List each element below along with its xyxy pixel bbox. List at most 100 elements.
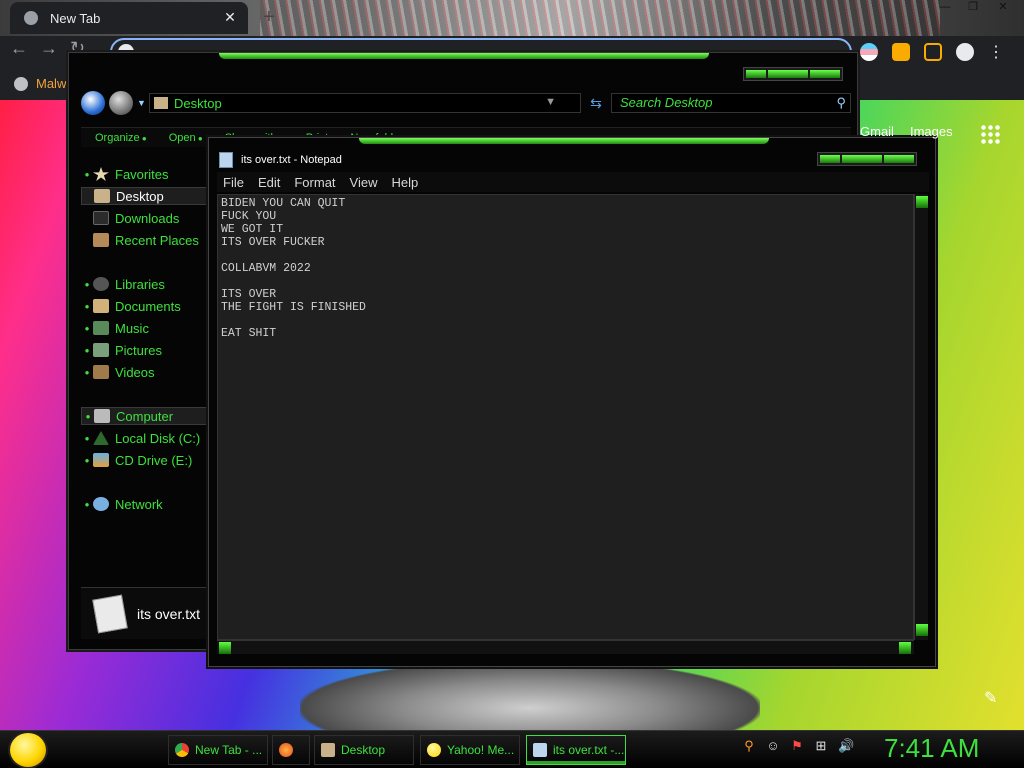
system-tray: ⚲ ☺ ⚑ ⊞ 🔊 bbox=[742, 739, 854, 753]
bookmark-item[interactable]: Malwa bbox=[14, 76, 74, 91]
apps-grid-icon[interactable] bbox=[980, 124, 1000, 144]
messenger-tray-icon[interactable]: ☺ bbox=[766, 739, 780, 753]
menu-format[interactable]: Format bbox=[294, 175, 335, 190]
organize-button[interactable]: Organize bbox=[95, 132, 147, 144]
nav-computer[interactable]: ● Computer bbox=[81, 407, 211, 425]
chevron-down-icon[interactable]: ▼ bbox=[545, 96, 556, 108]
nav-cd-drive[interactable]: ● CD Drive (E:) bbox=[81, 451, 211, 469]
bullet-icon: ● bbox=[84, 169, 90, 179]
details-pane: its over.txt bbox=[81, 587, 211, 639]
restore-icon[interactable]: ❐ bbox=[958, 0, 988, 14]
tab-title: New Tab bbox=[50, 10, 101, 26]
window-buttons bbox=[743, 67, 843, 81]
vertical-scrollbar[interactable] bbox=[914, 194, 928, 640]
notepad-icon bbox=[219, 152, 233, 168]
text-editor[interactable]: BIDEN YOU CAN QUIT FUCK YOU WE GOT IT IT… bbox=[217, 194, 914, 640]
taskbar-explorer[interactable]: Desktop bbox=[314, 735, 414, 765]
firefox-icon bbox=[279, 743, 293, 757]
forward-arrow-icon[interactable]: → bbox=[40, 38, 58, 66]
scroll-left-icon[interactable] bbox=[219, 642, 231, 654]
downloads-icon bbox=[93, 211, 109, 225]
pencil-icon[interactable]: ✎ bbox=[984, 688, 997, 708]
scroll-down-icon[interactable] bbox=[916, 624, 928, 636]
google-links: Gmail Images bbox=[860, 124, 953, 139]
minimize-icon[interactable]: — bbox=[930, 0, 960, 14]
browser-tab[interactable]: New Tab ✕ bbox=[10, 2, 248, 34]
minimize-icon[interactable] bbox=[746, 70, 766, 78]
cd-drive-icon bbox=[93, 453, 109, 467]
horizontal-scrollbar[interactable] bbox=[217, 640, 914, 654]
nav-recent-places[interactable]: Recent Places bbox=[81, 231, 211, 249]
nav-label: Recent Places bbox=[115, 232, 199, 248]
nav-label: Desktop bbox=[116, 188, 164, 204]
nav-libraries[interactable]: ● Libraries bbox=[81, 275, 211, 293]
nav-local-disk[interactable]: ● Local Disk (C:) bbox=[81, 429, 211, 447]
refresh-icon[interactable]: ⇆ bbox=[587, 95, 605, 111]
text-file-icon bbox=[92, 594, 128, 633]
close-icon[interactable] bbox=[884, 155, 914, 163]
sidepanel-icon[interactable] bbox=[924, 43, 942, 61]
globe-icon bbox=[14, 76, 28, 91]
network-icon[interactable]: ⊞ bbox=[814, 739, 828, 753]
nav-desktop[interactable]: Desktop bbox=[81, 187, 211, 205]
menu-edit[interactable]: Edit bbox=[258, 175, 280, 190]
search-icon[interactable]: ⚲ bbox=[836, 94, 846, 112]
chrome-icon bbox=[175, 743, 189, 757]
nav-label: Favorites bbox=[115, 166, 169, 182]
search-placeholder: Search Desktop bbox=[620, 95, 713, 110]
maximize-icon[interactable] bbox=[768, 70, 808, 78]
menu-bar: File Edit Format View Help bbox=[217, 172, 929, 192]
menu-help[interactable]: Help bbox=[391, 175, 418, 190]
taskbar-chrome[interactable]: New Tab - ... bbox=[168, 735, 268, 765]
new-tab-button[interactable]: + bbox=[258, 6, 280, 28]
taskbar-yahoo-messenger[interactable]: Yahoo! Me... bbox=[420, 735, 520, 765]
menu-dots-icon[interactable]: ⋮ bbox=[988, 42, 1004, 62]
documents-icon bbox=[93, 299, 109, 313]
nav-downloads[interactable]: Downloads bbox=[81, 209, 211, 227]
task-label: Yahoo! Me... bbox=[447, 743, 515, 757]
back-arrow-icon[interactable]: ← bbox=[10, 38, 28, 66]
extensions-puzzle-icon[interactable] bbox=[892, 43, 910, 61]
minimize-icon[interactable] bbox=[820, 155, 840, 163]
nav-network[interactable]: ● Network bbox=[81, 495, 211, 513]
taskbar-notepad[interactable]: its over.txt -... bbox=[526, 735, 626, 765]
profile-flag-icon[interactable] bbox=[860, 43, 878, 61]
start-button[interactable] bbox=[8, 731, 48, 768]
computer-icon bbox=[94, 409, 110, 423]
back-icon[interactable] bbox=[81, 91, 105, 115]
address-bar[interactable]: Desktop ▼ bbox=[149, 93, 581, 113]
history-dropdown-icon[interactable]: ▼ bbox=[137, 98, 146, 108]
close-window-icon[interactable]: ✕ bbox=[988, 0, 1018, 14]
address-text: Desktop bbox=[174, 95, 222, 111]
nav-documents[interactable]: ● Documents bbox=[81, 297, 211, 315]
menu-file[interactable]: File bbox=[223, 175, 244, 190]
taskbar-firefox[interactable] bbox=[272, 735, 310, 765]
nav-music[interactable]: ● Music bbox=[81, 319, 211, 337]
close-icon[interactable] bbox=[810, 70, 840, 78]
scroll-up-icon[interactable] bbox=[916, 196, 928, 208]
nav-label: Videos bbox=[115, 364, 155, 380]
yahoo-messenger-icon bbox=[427, 743, 441, 757]
folder-icon bbox=[154, 97, 168, 109]
nav-label: Downloads bbox=[115, 210, 180, 226]
clock[interactable]: 7:41 AM bbox=[884, 733, 979, 764]
close-icon[interactable]: ✕ bbox=[222, 9, 238, 25]
maximize-icon[interactable] bbox=[842, 155, 882, 163]
avatar[interactable] bbox=[956, 43, 974, 61]
nav-label: Libraries bbox=[115, 276, 165, 292]
menu-view[interactable]: View bbox=[350, 175, 378, 190]
taskbar: New Tab - ... Desktop Yahoo! Me... its o… bbox=[0, 730, 1024, 768]
nav-pictures[interactable]: ● Pictures bbox=[81, 341, 211, 359]
images-link[interactable]: Images bbox=[910, 124, 953, 139]
nav-favorites[interactable]: ● Favorites bbox=[81, 165, 211, 183]
forward-icon[interactable] bbox=[109, 91, 133, 115]
open-button[interactable]: Open bbox=[169, 132, 203, 144]
desktop-icon bbox=[94, 189, 110, 203]
scroll-right-icon[interactable] bbox=[899, 642, 911, 654]
nav-videos[interactable]: ● Videos bbox=[81, 363, 211, 381]
gmail-link[interactable]: Gmail bbox=[860, 124, 894, 139]
action-center-flag-icon[interactable]: ⚑ bbox=[790, 739, 804, 753]
search-input[interactable]: Search Desktop ⚲ bbox=[611, 93, 851, 113]
volume-icon[interactable]: 🔊 bbox=[838, 739, 854, 753]
search-icon[interactable]: ⚲ bbox=[742, 739, 756, 753]
